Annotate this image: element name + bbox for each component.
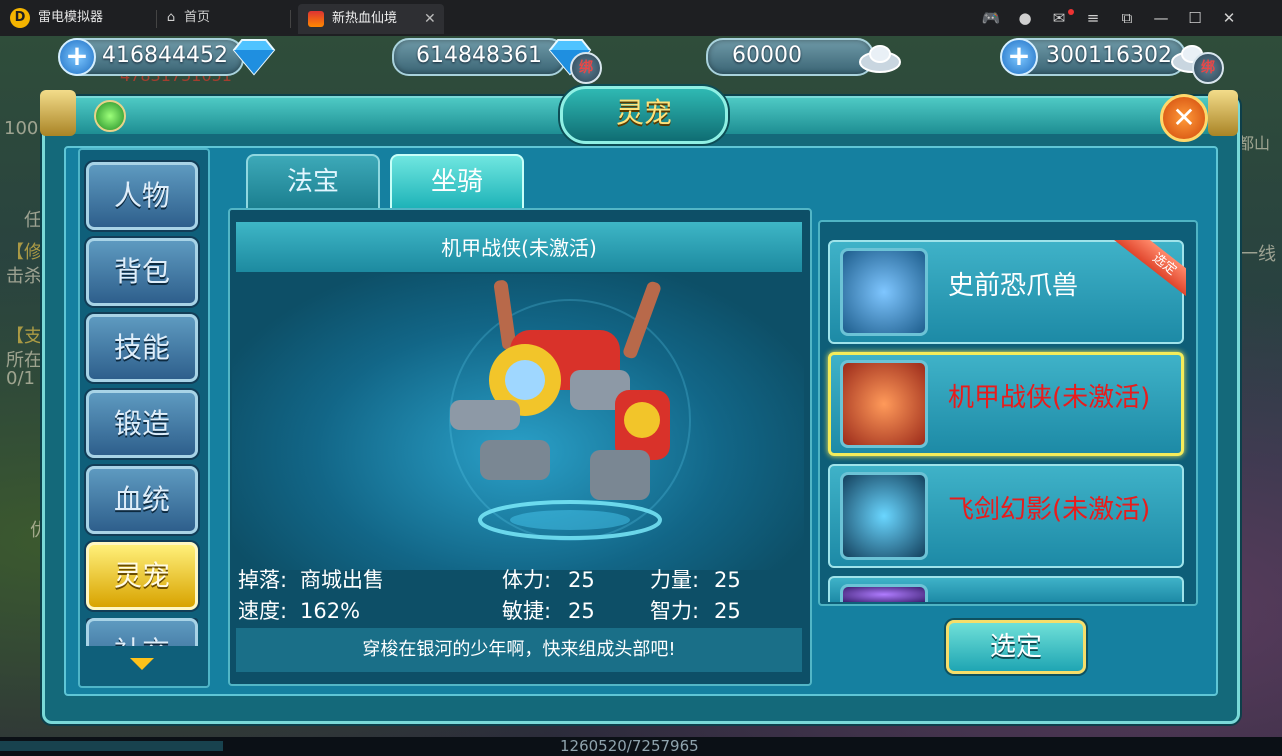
selected-ribbon: 选定	[1109, 240, 1186, 298]
minimize-icon[interactable]: —	[1148, 6, 1174, 30]
strength-label: 力量:	[650, 568, 700, 592]
menu-icon[interactable]: ≡	[1080, 6, 1106, 30]
sidebar-item-bloodline[interactable]: 血统	[86, 466, 198, 534]
maximize-icon[interactable]: ☐	[1182, 6, 1208, 30]
panel-ornament	[1208, 90, 1238, 136]
currency-value: 614848361	[416, 43, 542, 68]
add-currency-button[interactable]: +	[1000, 38, 1038, 76]
sidebar-item-pet[interactable]: 灵宠	[86, 542, 198, 610]
ldplayer-logo-icon: D	[10, 8, 30, 28]
sidebar-item-social[interactable]: 社交	[86, 618, 198, 646]
currency-value: 416844452	[102, 43, 228, 68]
silver-ingot-icon	[859, 45, 901, 73]
close-panel-button[interactable]: ✕	[1160, 94, 1208, 142]
sidebar-item-character[interactable]: 人物	[86, 162, 198, 230]
sidebar-item-skills[interactable]: 技能	[86, 314, 198, 382]
diamond-icon	[232, 39, 276, 76]
tab-mount[interactable]: 坐骑	[390, 154, 524, 208]
bound-badge: 绑	[1192, 52, 1224, 84]
sidebar-item-social-clip: 社交	[86, 618, 198, 646]
list-item[interactable]: 飞剑幻影(未激活)	[828, 464, 1184, 568]
pet-description: 穿梭在银河的少年啊，快来组成头部吧!	[362, 639, 676, 660]
exp-text: 1260520/7257965	[560, 737, 699, 755]
bound-badge: 绑	[570, 52, 602, 84]
speed-label: 速度:	[238, 599, 288, 623]
background-quest2-progress: 0/1	[6, 368, 35, 389]
mount-name: 飞剑幻影(未激活)	[948, 495, 1151, 525]
currency-value: 300116302	[1046, 43, 1172, 68]
stamina-label: 体力:	[502, 568, 552, 592]
stamina-value: 25	[568, 568, 595, 592]
mount-name: 机甲战侠(未激活)	[948, 383, 1151, 413]
drop-label: 掉落:	[238, 568, 288, 592]
app-name: 雷电模拟器	[38, 10, 104, 25]
strength-value: 25	[714, 568, 741, 592]
intellect-label: 智力:	[650, 599, 700, 623]
background-right-text: 都山	[1238, 134, 1271, 153]
list-item[interactable]	[828, 576, 1184, 602]
game-app-icon	[308, 11, 324, 27]
panel-title: 灵宠	[615, 96, 672, 129]
gamepad-icon[interactable]: 🎮	[978, 6, 1004, 30]
add-currency-button[interactable]: +	[58, 38, 96, 76]
flying-sword-mount-icon	[840, 472, 928, 560]
green-orb-icon	[94, 100, 126, 132]
mech-mount-icon	[840, 360, 928, 448]
raptor-mount-icon	[840, 248, 928, 336]
scroll-down-arrow-icon[interactable]	[130, 658, 154, 670]
select-button[interactable]: 选定	[946, 620, 1086, 674]
tab-close-icon[interactable]: ✕	[424, 9, 436, 29]
pet-name: 机甲战侠(未激活)	[441, 236, 597, 260]
user-icon[interactable]: ●	[1012, 6, 1038, 30]
titlebar-divider	[290, 10, 291, 28]
titlebar-divider	[156, 10, 157, 28]
selected-badge: 选定	[1108, 240, 1186, 298]
panel-ornament	[40, 90, 76, 136]
currency-value: 60000	[732, 43, 802, 68]
selected-badge-clip: 选定	[1108, 240, 1186, 298]
popout-icon[interactable]: ⧉	[1114, 6, 1140, 30]
background-line: 一线	[1240, 244, 1276, 265]
tab-home[interactable]: ⌂ 首页	[164, 6, 210, 30]
mount-name: 史前恐爪兽	[948, 271, 1079, 301]
mount-icon	[840, 584, 928, 602]
drop-value: 商城出售	[300, 568, 384, 592]
tab-game-label: 新热血仙境	[332, 11, 398, 26]
tab-home-label: 首页	[184, 10, 211, 25]
speed-value: 162%	[300, 599, 361, 623]
mech-warrior-mount-image	[449, 280, 691, 541]
sidebar-item-bag[interactable]: 背包	[86, 238, 198, 306]
agility-value: 25	[568, 599, 595, 623]
home-icon: ⌂	[166, 10, 176, 25]
list-item[interactable]: 机甲战侠(未激活)	[828, 352, 1184, 456]
tab-treasure[interactable]: 法宝	[246, 154, 380, 208]
intellect-value: 25	[714, 599, 741, 623]
notification-dot	[1068, 9, 1074, 15]
sidebar-item-forge[interactable]: 锻造	[86, 390, 198, 458]
exp-bar-fill	[0, 741, 223, 751]
tab-game[interactable]: 新热血仙境 ✕	[298, 4, 444, 34]
close-window-icon[interactable]: ✕	[1216, 6, 1242, 30]
background-level: 100	[4, 118, 39, 139]
agility-label: 敏捷:	[502, 599, 552, 623]
